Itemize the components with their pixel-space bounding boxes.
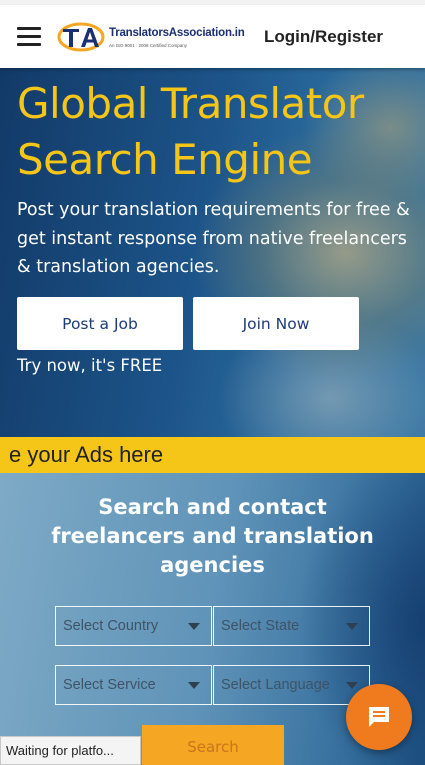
chevron-down-icon xyxy=(188,682,200,689)
service-select[interactable]: Select Service xyxy=(55,665,212,705)
chat-bubble-icon xyxy=(369,707,389,727)
service-select-label: Select Service xyxy=(63,677,156,693)
hero-section: Global Translator Search Engine Post you… xyxy=(0,68,425,437)
ads-banner[interactable]: e your Ads here xyxy=(0,437,425,473)
chevron-down-icon xyxy=(188,623,200,630)
site-header: TranslatorsAssociation.in An ISO 9001 : … xyxy=(0,5,425,68)
state-select[interactable]: Select State xyxy=(213,606,370,646)
language-select-label: Select Language xyxy=(221,677,330,693)
ads-banner-text: e your Ads here xyxy=(9,442,164,467)
chat-button[interactable] xyxy=(346,684,412,750)
login-register-link[interactable]: Login/Register xyxy=(264,27,383,47)
browser-status-text: Waiting for platfo... xyxy=(6,743,114,758)
search-title: Search and contact freelancers and trans… xyxy=(51,495,374,577)
join-now-button[interactable]: Join Now xyxy=(193,297,359,350)
post-a-job-button[interactable]: Post a Job xyxy=(17,297,183,350)
search-button[interactable]: Search xyxy=(142,725,284,765)
site-logo[interactable]: TranslatorsAssociation.in An ISO 9001 : … xyxy=(57,17,253,57)
state-select-label: Select State xyxy=(221,618,300,634)
hero-title: Global Translator Search Engine xyxy=(17,79,364,184)
try-free-text: Try now, it's FREE xyxy=(17,356,163,375)
logo-name: TranslatorsAssociation.in xyxy=(109,27,245,39)
language-select[interactable]: Select Language xyxy=(213,665,370,705)
chevron-down-icon xyxy=(346,623,358,630)
logo-mark-icon xyxy=(57,22,105,52)
hamburger-menu-icon[interactable] xyxy=(17,27,41,47)
country-select[interactable]: Select Country xyxy=(55,606,212,646)
browser-status-bar: Waiting for platfo... xyxy=(0,736,141,765)
hero-description: Post your translation requirements for f… xyxy=(17,200,410,277)
logo-tagline: An ISO 9001 : 2008 Certified Company xyxy=(109,43,188,48)
country-select-label: Select Country xyxy=(63,618,159,634)
chevron-down-icon xyxy=(346,682,358,689)
